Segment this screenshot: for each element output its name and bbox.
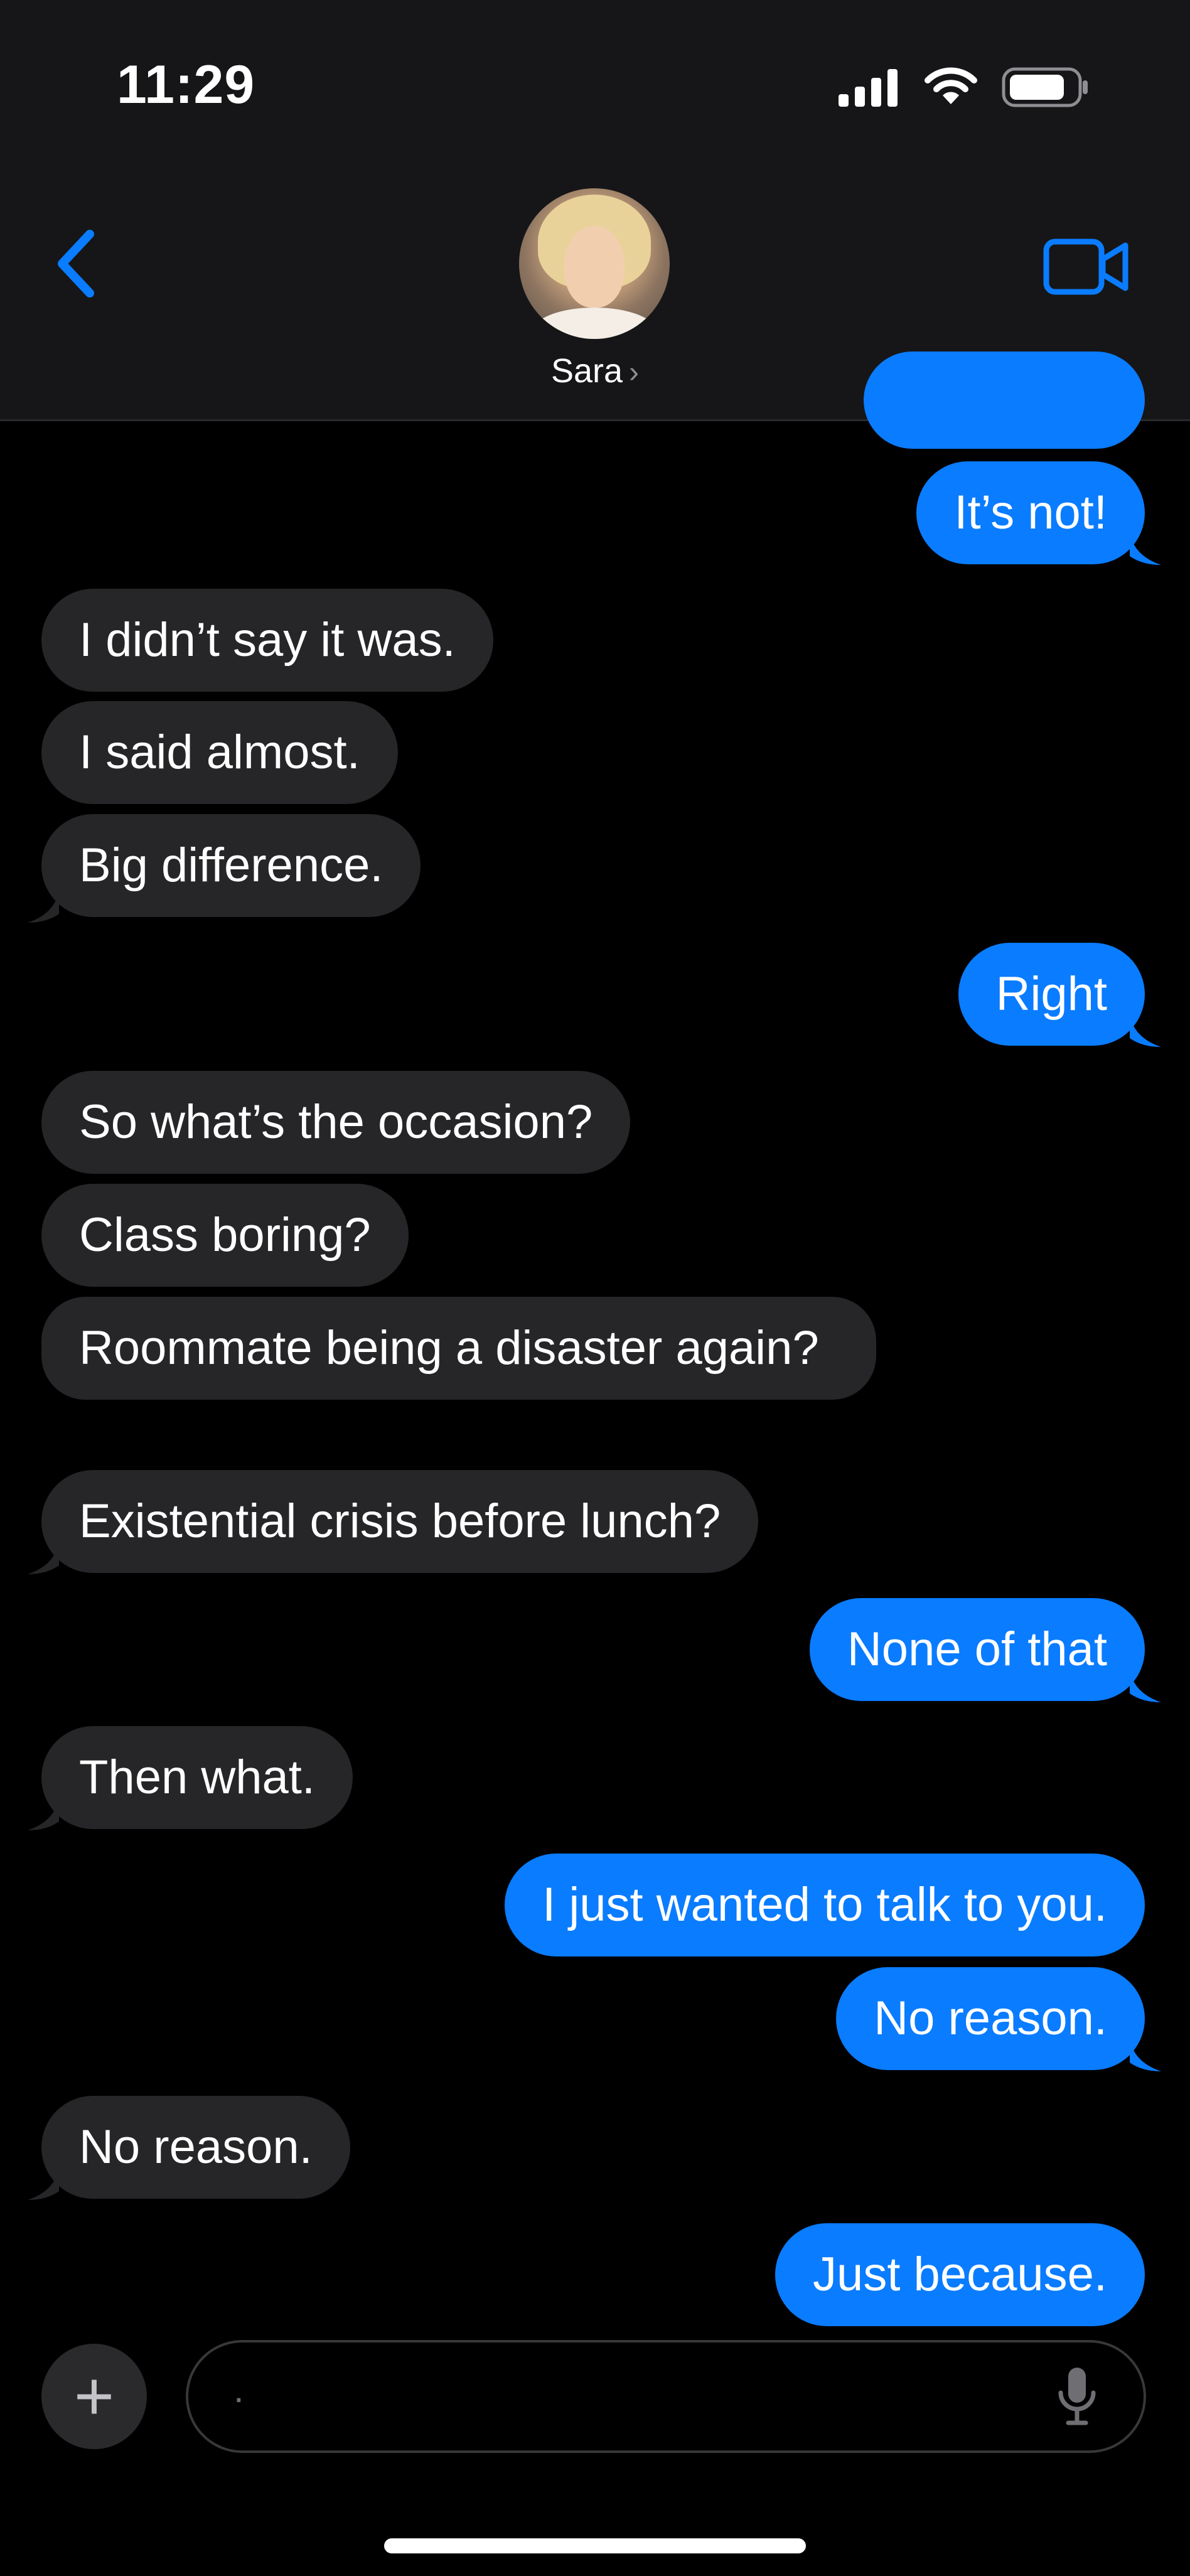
facetime-video-button[interactable] <box>1033 226 1140 308</box>
signal-icon <box>839 69 898 107</box>
message-bubble-sent[interactable]: None of that <box>809 1598 1145 1701</box>
message-bubble-received[interactable]: Existential crisis before lunch? <box>41 1470 759 1573</box>
message-bubble-sent[interactable]: I just wanted to talk to you. <box>505 1854 1145 1956</box>
home-indicator[interactable] <box>384 2538 806 2553</box>
message-bubble-received[interactable]: Big difference. <box>41 814 421 917</box>
message-input[interactable]: . <box>186 2340 1146 2453</box>
video-camera-icon <box>1043 239 1128 295</box>
status-time: 11:29 <box>117 55 255 115</box>
bubble-tail <box>1130 2040 1161 2071</box>
message-bubble-sent[interactable]: Right <box>958 943 1145 1046</box>
bubble-tail <box>1130 534 1161 565</box>
back-button[interactable] <box>38 213 113 314</box>
plus-icon: + <box>73 2358 115 2435</box>
message-bubble-sent[interactable]: It’s not! <box>916 461 1145 564</box>
message-input-placeholder: . <box>233 2368 244 2410</box>
message-bubble-received[interactable]: So what’s the occasion? <box>41 1071 631 1174</box>
contact-name: Sara <box>550 352 623 390</box>
message-bubble-received[interactable]: I said almost. <box>41 701 398 804</box>
message-bubble-sent[interactable]: No reason. <box>836 1967 1145 2070</box>
messages-screen: 11:29 Sara › It’s not! I didn’t say it w… <box>0 0 1190 2576</box>
message-bubble-received[interactable]: Class boring? <box>41 1184 409 1287</box>
bubble-tail <box>1130 1671 1161 1702</box>
message-bubble-received[interactable]: Roommate being a disaster again? <box>41 1297 876 1400</box>
chevron-right-icon: › <box>629 356 640 389</box>
microphone-icon[interactable] <box>1057 2365 1097 2428</box>
bubble-tail <box>28 891 59 923</box>
bubble-tail <box>1130 1016 1161 1047</box>
back-chevron-icon <box>58 230 94 298</box>
message-bubble-received[interactable]: I didn’t say it was. <box>41 589 493 692</box>
bubble-tail <box>28 1543 59 1574</box>
contact-avatar[interactable] <box>519 188 670 339</box>
status-icons <box>837 65 1090 109</box>
attachments-plus-button[interactable]: + <box>41 2344 147 2449</box>
message-bubble-partial <box>864 352 1145 449</box>
message-bubble-received[interactable]: No reason. <box>41 2096 350 2199</box>
wifi-icon <box>925 67 977 104</box>
bubble-tail <box>28 2169 59 2200</box>
message-bubble-received[interactable]: Then what. <box>41 1726 353 1829</box>
message-bubble-sent[interactable]: Just because. <box>775 2223 1145 2326</box>
battery-icon <box>1002 67 1088 107</box>
bubble-tail <box>28 1799 59 1830</box>
